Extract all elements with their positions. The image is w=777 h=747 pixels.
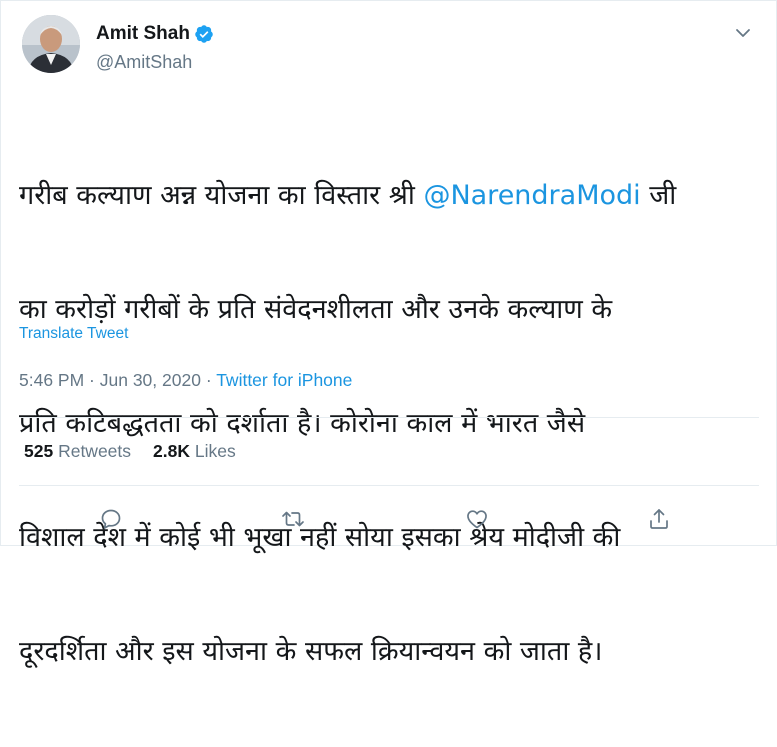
tweet-meta: 5:46 PM · Jun 30, 2020 · Twitter for iPh… (19, 370, 352, 391)
mention-link[interactable]: @NarendraModi (423, 180, 640, 211)
tweet-line: का करोड़ों गरीबों के प्रति संवेदनशीलता औ… (19, 294, 613, 325)
tweet-text-segment: जी (640, 180, 677, 211)
share-icon (650, 509, 668, 529)
likes-count: 2.8K (153, 441, 190, 461)
likes-label: Likes (194, 441, 236, 461)
retweets-stat[interactable]: 525 Retweets (24, 441, 131, 461)
tweet-line: दूरदर्शिता और इस योजना के सफल क्रियान्वय… (19, 636, 603, 667)
tweet-text-segment: गरीब कल्याण अन्न योजना का विस्तार श्री (19, 180, 424, 211)
tweet-stats: 525 Retweets 2.8K Likes (24, 441, 236, 462)
tweet-card: Amit Shah @AmitShah गरीब कल्याण अन्न योज… (0, 0, 777, 667)
tweet-time[interactable]: 5:46 PM (19, 370, 84, 390)
tweet-line: प्रति कटिबद्धतता को दर्शाता है। कोरोना क… (19, 408, 586, 439)
retweets-count: 525 (24, 441, 54, 461)
retweet-icon (282, 511, 304, 527)
reply-icon (101, 509, 121, 529)
retweet-button[interactable] (279, 505, 307, 533)
divider (19, 417, 759, 418)
avatar-image (22, 15, 80, 73)
share-button[interactable] (645, 505, 673, 533)
like-button[interactable] (463, 505, 491, 533)
reply-button[interactable] (97, 505, 125, 533)
translate-tweet-link[interactable]: Translate Tweet (19, 325, 128, 343)
divider (19, 485, 759, 486)
likes-stat[interactable]: 2.8K Likes (153, 441, 236, 461)
chevron-down-icon[interactable] (733, 23, 753, 43)
meta-separator: · (200, 370, 217, 390)
avatar[interactable] (22, 15, 80, 73)
tweet-text: गरीब कल्याण अन्न योजना का विस्तार श्री @… (19, 101, 759, 747)
author-name[interactable]: Amit Shah (96, 23, 190, 45)
verified-badge-icon (195, 25, 213, 43)
tweet-line: गरीब कल्याण अन्न योजना का विस्तार श्री @… (19, 177, 759, 215)
like-icon (467, 510, 487, 529)
tweet-source-link[interactable]: Twitter for iPhone (216, 370, 352, 390)
retweets-label: Retweets (58, 441, 132, 461)
tweet-date[interactable]: Jun 30, 2020 (100, 370, 201, 390)
meta-separator: · (84, 370, 100, 390)
author-handle[interactable]: @AmitShah (96, 52, 192, 73)
